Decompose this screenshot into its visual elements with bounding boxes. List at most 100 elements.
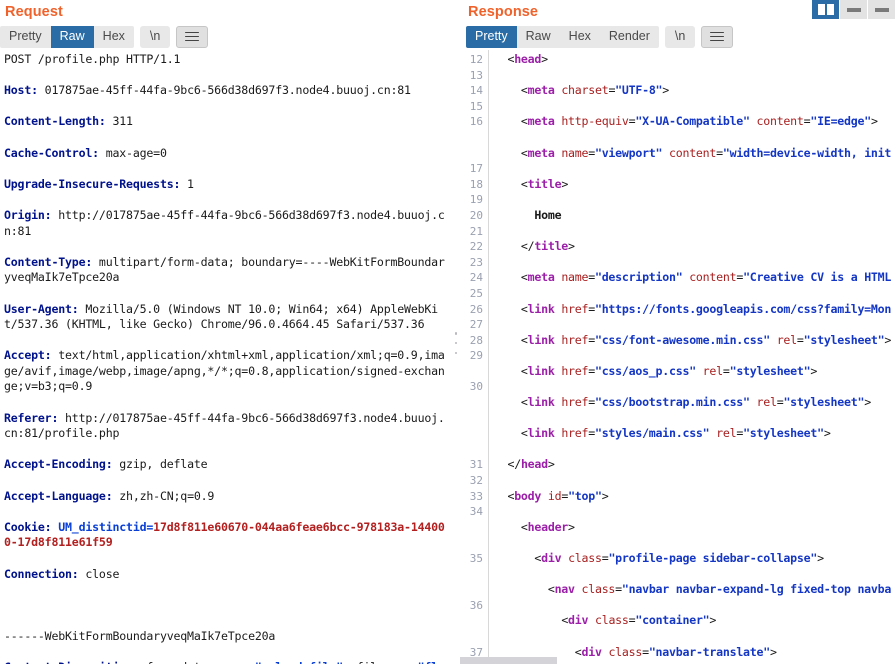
response-line: <nav class="navbar navbar-expand-lg fixe… [547, 582, 892, 597]
request-panel-title: Request [5, 4, 63, 20]
response-line: <meta name="description" content="Creati… [520, 270, 892, 285]
response-line: <meta name="viewport" content="width=dev… [520, 145, 892, 160]
response-view-tabs: Pretty Raw Hex Render [466, 25, 659, 48]
response-line: Home [534, 207, 562, 222]
request-line: Origin: http://017875ae-45ff-44fa-9bc6-5… [4, 207, 445, 238]
line-number: 25 [469, 286, 483, 300]
line-number [460, 567, 483, 583]
line-number [460, 613, 483, 629]
response-line: </title> [520, 239, 575, 254]
request-line: Accept: text/html,application/xhtml+xml,… [4, 348, 445, 394]
response-line: </head> [507, 457, 555, 472]
line-number: 17 [469, 162, 483, 176]
response-line: <link href="styles/main.css" rel="styles… [520, 426, 831, 441]
response-editor[interactable]: 12 13 14 15 16 17 18 19 20 21 22 23 24 25 26 27 28 29 30… [460, 49, 895, 664]
line-number [460, 130, 483, 146]
line-number: 27 [469, 318, 483, 332]
response-line: <title> [520, 176, 569, 191]
request-line: ------WebKitFormBoundaryveqMaIk7eTpce20a [4, 628, 276, 643]
response-line: <link href="css/aos_p.css" rel="styleshe… [520, 363, 818, 378]
line-number: 34 [469, 505, 483, 519]
horizontal-split-icon [846, 7, 861, 12]
line-number [460, 146, 483, 162]
response-line: <meta charset="UTF-8"> [520, 83, 670, 98]
line-number [460, 629, 483, 645]
response-line: <div class="container"> [561, 613, 717, 628]
response-line: <link href="https://fonts.googleapis.com… [520, 301, 892, 316]
line-number: 18 [469, 177, 483, 191]
line-number [460, 411, 483, 427]
line-number: 35 [469, 552, 483, 565]
request-newline-toggle[interactable]: \n [139, 25, 171, 48]
request-tabbar: Pretty Raw Hex \n [0, 24, 450, 49]
response-line: <link href="css/font-awesome.min.css" re… [520, 332, 892, 347]
line-number: 24 [469, 271, 483, 285]
splitter-drag-handle[interactable] [454, 332, 458, 354]
response-tabbar: Pretty Raw Hex Render \n [460, 24, 895, 49]
line-number: 19 [469, 193, 483, 207]
line-number: 14 [469, 84, 483, 98]
request-view-tabs: Pretty Raw Hex [0, 25, 134, 48]
response-tab-raw[interactable]: Raw [516, 25, 560, 48]
request-menu-button[interactable] [176, 25, 209, 48]
request-line: POST /profile.php HTTP/1.1 [4, 52, 181, 66]
line-number: 28 [469, 333, 483, 347]
line-number [460, 520, 483, 536]
single-pane-icon [874, 7, 889, 12]
response-body-text[interactable]: <head> <meta charset="UTF-8"> <meta http… [489, 50, 895, 664]
response-tab-pretty[interactable]: Pretty [466, 25, 517, 48]
line-number [460, 582, 483, 598]
line-number: 21 [469, 224, 483, 238]
request-line: Accept-Language: zh,zh-CN;q=0.9 [4, 488, 215, 503]
response-newline-toggle[interactable]: \n [664, 25, 696, 48]
request-line: Cookie: UM_distinctid=17d8f811e60670-044… [4, 519, 445, 550]
line-number: 33 [469, 489, 483, 503]
request-line: Cache-Control: max-age=0 [4, 145, 167, 160]
line-number: 29 [469, 349, 483, 363]
line-number [460, 364, 483, 380]
line-number: 30 [469, 380, 483, 394]
request-line: Content-Type: multipart/form-data; bound… [4, 254, 445, 285]
request-line [4, 598, 450, 614]
drag-dot-icon [454, 332, 458, 335]
request-line: Referer: http://017875ae-45ff-44fa-9bc6-… [4, 410, 445, 441]
line-number [460, 426, 483, 442]
request-editor[interactable]: POST /profile.php HTTP/1.1 Host: 017875a… [0, 49, 450, 664]
line-number: 22 [469, 240, 483, 254]
response-line-numbers: 12 13 14 15 16 17 18 19 20 21 22 23 24 25 26 27 28 29 30… [460, 50, 488, 664]
line-number: 32 [469, 474, 483, 488]
layout-view-buttons [812, 0, 895, 19]
line-number: 20 [469, 208, 483, 222]
hamburger-icon [185, 29, 200, 44]
hamburger-icon [710, 29, 725, 44]
vertical-split-icon [817, 4, 834, 15]
response-menu-button[interactable] [701, 25, 734, 48]
response-line: <head> [507, 52, 548, 66]
line-number: 36 [469, 598, 483, 612]
request-line: User-Agent: Mozilla/5.0 (Windows NT 10.0… [4, 301, 438, 332]
response-tab-render[interactable]: Render [599, 25, 659, 48]
request-line: Accept-Encoding: gzip, deflate [4, 457, 208, 472]
line-number: 23 [469, 255, 483, 269]
drag-dot-icon [454, 341, 458, 345]
request-line: Upgrade-Insecure-Requests: 1 [4, 176, 194, 191]
request-line: Content-Length: 311 [4, 114, 133, 129]
response-horizontal-scrollbar[interactable] [460, 657, 557, 664]
response-line: <header> [520, 519, 575, 534]
response-line: <div class="profile-page sidebar-collaps… [534, 551, 824, 565]
line-number: 26 [469, 302, 483, 316]
request-tab-hex[interactable]: Hex [93, 25, 134, 48]
request-tab-raw[interactable]: Raw [50, 25, 94, 48]
single-pane-view-button[interactable] [868, 0, 895, 19]
vertical-split-view-button[interactable] [812, 0, 839, 19]
line-number: 16 [469, 115, 483, 129]
line-number [460, 442, 483, 458]
response-tab-hex[interactable]: Hex [559, 25, 600, 48]
request-body-text[interactable]: POST /profile.php HTTP/1.1 Host: 017875a… [0, 50, 450, 664]
panel-splitter[interactable] [450, 0, 460, 664]
line-number: 13 [469, 68, 483, 82]
response-line: <link href="css/bootstrap.min.css" rel="… [520, 395, 871, 410]
line-number: 31 [469, 458, 483, 472]
request-tab-pretty[interactable]: Pretty [0, 25, 51, 48]
horizontal-split-view-button[interactable] [840, 0, 867, 19]
